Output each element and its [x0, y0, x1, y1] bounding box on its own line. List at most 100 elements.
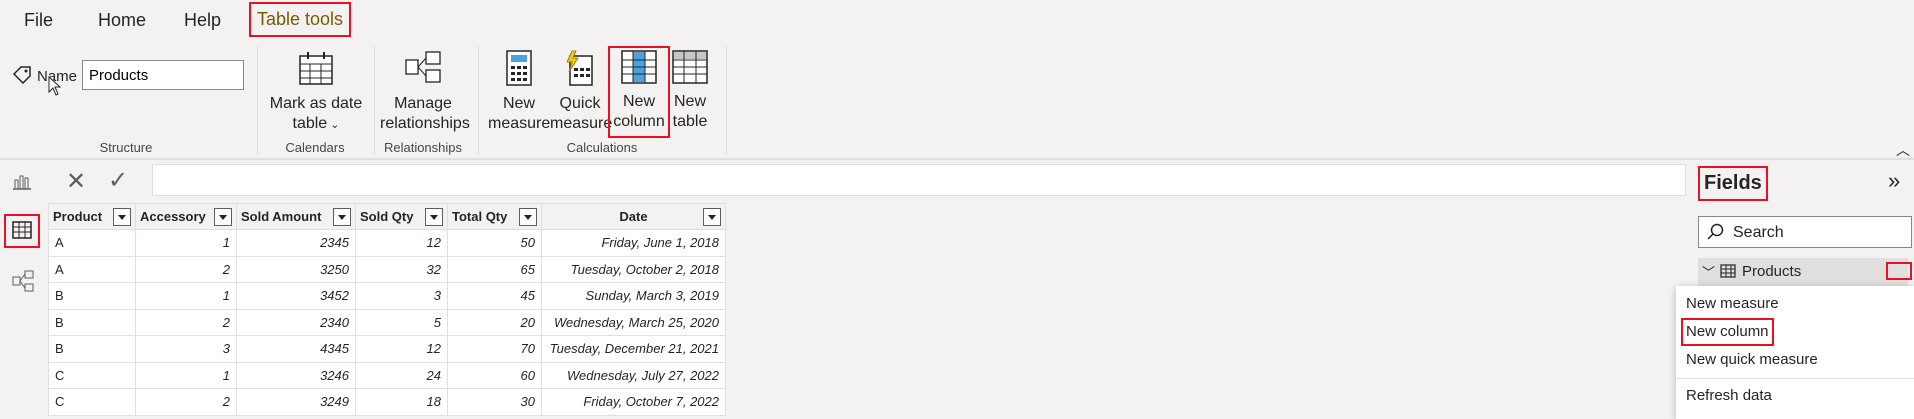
cell-accessory[interactable]: 1: [135, 282, 237, 310]
group-label-relationships: Relationships: [383, 140, 463, 155]
menu-file[interactable]: File: [24, 10, 53, 31]
collapse-pane-icon[interactable]: »: [1888, 168, 1900, 194]
report-view-icon[interactable]: [12, 172, 32, 195]
filter-dropdown-icon[interactable]: [214, 208, 232, 226]
model-view-icon[interactable]: [12, 270, 34, 297]
menu-item-refresh-data[interactable]: Refresh data: [1686, 384, 1772, 408]
cell-sold-amount[interactable]: 2340: [236, 308, 356, 336]
menu-divider: [1676, 378, 1914, 379]
cell-sold-qty[interactable]: 24: [355, 361, 448, 389]
column-header-total-qty[interactable]: Total Qty: [447, 203, 542, 230]
cell-sold-amount[interactable]: 4345: [236, 335, 356, 363]
cell-sold-amount[interactable]: 2345: [236, 229, 356, 257]
cell-product[interactable]: B: [48, 308, 136, 336]
cell-total-qty[interactable]: 30: [447, 388, 542, 416]
cell-product[interactable]: B: [48, 282, 136, 310]
menu-table-tools[interactable]: Table tools: [248, 2, 352, 37]
cell-accessory[interactable]: 1: [135, 229, 237, 257]
cell-date[interactable]: Sunday, March 3, 2019: [541, 282, 726, 310]
new-table-line1: New: [673, 93, 706, 110]
column-header-product[interactable]: Product: [48, 203, 136, 230]
cell-sold-qty[interactable]: 12: [355, 229, 448, 257]
cell-product[interactable]: A: [48, 255, 136, 283]
new-column-icon: [610, 50, 668, 90]
column-header-date[interactable]: Date: [541, 203, 726, 230]
cell-accessory[interactable]: 2: [135, 308, 237, 336]
manage-relationships-button[interactable]: Manage relationships: [380, 50, 470, 134]
new-table-icon: [668, 50, 712, 90]
mark-as-date-table-button[interactable]: Mark as date table ⌄: [266, 50, 366, 135]
new-column-button[interactable]: New column: [608, 46, 670, 138]
menu-item-new-measure[interactable]: New measure: [1686, 292, 1779, 316]
cell-accessory[interactable]: 3: [135, 335, 237, 363]
cell-sold-qty[interactable]: 32: [355, 255, 448, 283]
group-label-calculations: Calculations: [566, 140, 638, 155]
cell-date[interactable]: Friday, October 7, 2022: [541, 388, 726, 416]
chevron-down-icon[interactable]: ﹀: [1702, 262, 1715, 281]
cell-total-qty[interactable]: 45: [447, 282, 542, 310]
calendar-table-icon: [266, 50, 366, 92]
cell-date[interactable]: Wednesday, March 25, 2020: [541, 308, 726, 336]
cell-total-qty[interactable]: 70: [447, 335, 542, 363]
cell-accessory[interactable]: 2: [135, 388, 237, 416]
cell-total-qty[interactable]: 65: [447, 255, 542, 283]
new-measure-button[interactable]: New measure: [488, 50, 550, 134]
menu-item-new-column[interactable]: New column: [1681, 318, 1774, 346]
filter-dropdown-icon[interactable]: [703, 208, 721, 226]
cell-accessory[interactable]: 1: [135, 361, 237, 389]
filter-dropdown-icon[interactable]: [333, 208, 351, 226]
fields-search-input[interactable]: Search: [1698, 216, 1912, 248]
cell-sold-amount[interactable]: 3246: [236, 361, 356, 389]
fields-table-products[interactable]: ﹀ Products: [1698, 258, 1912, 286]
new-measure-line2: measure: [488, 115, 551, 132]
cell-date[interactable]: Tuesday, December 21, 2021: [541, 335, 726, 363]
column-header-accessory[interactable]: Accessory: [135, 203, 237, 230]
table-row: A 1 2345 12 50 Friday, June 1, 2018: [48, 229, 726, 257]
cell-sold-qty[interactable]: 18: [355, 388, 448, 416]
cell-date[interactable]: Tuesday, October 2, 2018: [541, 255, 726, 283]
table-name-input[interactable]: [82, 60, 244, 90]
menu-home[interactable]: Home: [98, 10, 146, 31]
cell-accessory[interactable]: 2: [135, 255, 237, 283]
calculator-icon: [488, 50, 550, 92]
cell-product[interactable]: B: [48, 335, 136, 363]
filter-dropdown-icon[interactable]: [519, 208, 537, 226]
cell-sold-amount[interactable]: 3249: [236, 388, 356, 416]
cell-sold-qty[interactable]: 3: [355, 282, 448, 310]
cell-total-qty[interactable]: 20: [447, 308, 542, 336]
cell-total-qty[interactable]: 50: [447, 229, 542, 257]
collapse-ribbon-icon[interactable]: ︿: [1896, 140, 1910, 160]
cell-sold-qty[interactable]: 5: [355, 308, 448, 336]
cell-total-qty[interactable]: 60: [447, 361, 542, 389]
search-placeholder: Search: [1733, 224, 1784, 241]
view-switcher: [0, 160, 46, 419]
data-view-icon[interactable]: [4, 214, 40, 248]
menu-item-new-quick-measure[interactable]: New quick measure: [1686, 348, 1818, 372]
fields-table-name: Products: [1742, 263, 1802, 280]
manage-line2: relationships: [380, 115, 470, 132]
cell-sold-amount[interactable]: 3452: [236, 282, 356, 310]
commit-formula-icon[interactable]: ✓: [108, 166, 128, 195]
cell-product[interactable]: C: [48, 361, 136, 389]
cancel-formula-icon[interactable]: ✕: [66, 167, 86, 196]
cell-sold-amount[interactable]: 3250: [236, 255, 356, 283]
cell-product[interactable]: C: [48, 388, 136, 416]
cell-date[interactable]: Friday, June 1, 2018: [541, 229, 726, 257]
menu-help[interactable]: Help: [184, 10, 221, 31]
quick-measure-button[interactable]: Quick measure: [550, 50, 613, 134]
formula-input[interactable]: [152, 164, 1686, 196]
filter-dropdown-icon[interactable]: [113, 208, 131, 226]
cell-product[interactable]: A: [48, 229, 136, 257]
mark-date-line1: Mark as date: [269, 95, 363, 112]
column-header-sold-qty[interactable]: Sold Qty: [355, 203, 448, 230]
more-options-icon[interactable]: [1886, 262, 1912, 280]
filter-dropdown-icon[interactable]: [425, 208, 443, 226]
cell-sold-qty[interactable]: 12: [355, 335, 448, 363]
fields-title: Fields: [1698, 166, 1768, 201]
group-label-calendars: Calendars: [285, 140, 345, 155]
quick-measure-line2: measure: [550, 115, 613, 132]
ribbon: Name Structure Mark as date table ⌄ Cale…: [0, 44, 1914, 158]
new-table-button[interactable]: New table: [668, 50, 712, 132]
cell-date[interactable]: Wednesday, July 27, 2022: [541, 361, 726, 389]
column-header-sold-amount[interactable]: Sold Amount: [236, 203, 356, 230]
